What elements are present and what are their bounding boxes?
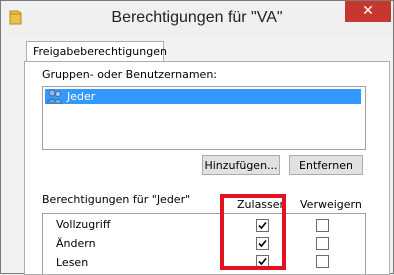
deny-checkbox-change[interactable] (316, 237, 329, 250)
add-button[interactable]: Hinzufügen... (202, 155, 280, 175)
remove-button[interactable]: Entfernen (289, 155, 363, 175)
close-icon: ✕ (362, 3, 374, 19)
users-icon (46, 89, 63, 104)
allow-column-highlight (220, 194, 286, 270)
title-bar[interactable]: Berechtigungen für "VA" ✕ (1, 1, 393, 37)
permissions-label: Berechtigungen für "Jeder" (42, 193, 191, 206)
deny-checkbox-read[interactable] (316, 255, 329, 268)
group-user-list[interactable]: Jeder (42, 86, 366, 150)
list-item[interactable]: Jeder (45, 89, 361, 104)
tab-share-permissions[interactable]: Freigabeberechtigungen (26, 41, 167, 63)
deny-column-header: Verweigern (300, 198, 362, 211)
permission-name: Vollzugriff (56, 218, 111, 231)
groups-label: Gruppen- oder Benutzernamen: (42, 68, 218, 81)
list-item-label: Jeder (67, 90, 96, 103)
permission-name: Ändern (56, 237, 96, 250)
close-button[interactable]: ✕ (345, 1, 391, 22)
deny-checkbox-full-control[interactable] (316, 219, 329, 232)
tab-label: Freigabeberechtigungen (33, 45, 167, 58)
permission-name: Lesen (56, 256, 89, 269)
window-title: Berechtigungen für "VA" (111, 9, 283, 26)
